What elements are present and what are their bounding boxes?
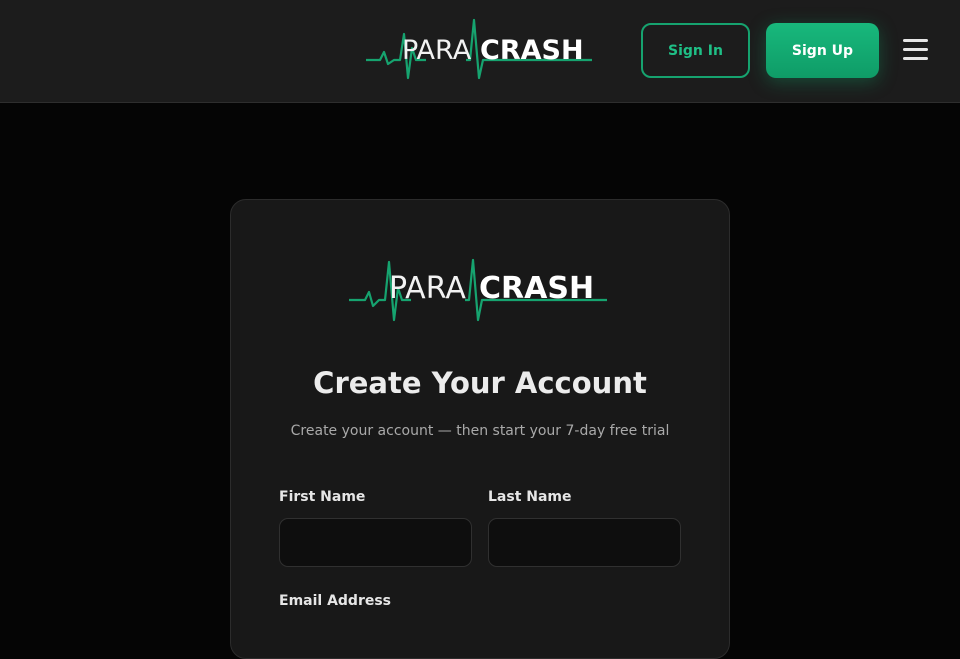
top-navigation-bar: PARA CRASH Sign In Sign Up: [0, 0, 960, 103]
email-label: Email Address: [279, 593, 392, 609]
paracrash-logo[interactable]: PARA CRASH: [366, 18, 594, 82]
logo-text-para: PARA: [402, 35, 472, 66]
page-title: Create Your Account: [313, 366, 647, 400]
heartbeat-logo-icon: PARA CRASH: [366, 18, 592, 80]
heartbeat-logo-icon: PARA CRASH: [349, 258, 607, 322]
logo-text-crash: CRASH: [480, 35, 584, 66]
page-subtitle: Create your account — then start your 7-…: [290, 423, 670, 439]
first-name-label: First Name: [279, 489, 366, 505]
sign-in-button[interactable]: Sign In: [641, 23, 750, 78]
paracrash-card-logo: PARA CRASH: [349, 258, 609, 324]
first-name-field[interactable]: [279, 518, 472, 567]
last-name-field[interactable]: [488, 518, 681, 567]
hamburger-menu-icon[interactable]: [900, 36, 930, 64]
logo-text-para: PARA: [389, 271, 466, 306]
sign-up-button[interactable]: Sign Up: [766, 23, 879, 78]
last-name-label: Last Name: [488, 489, 572, 505]
signup-card: PARA CRASH Create Your Account Create yo…: [230, 199, 730, 659]
logo-text-crash: CRASH: [479, 271, 594, 306]
